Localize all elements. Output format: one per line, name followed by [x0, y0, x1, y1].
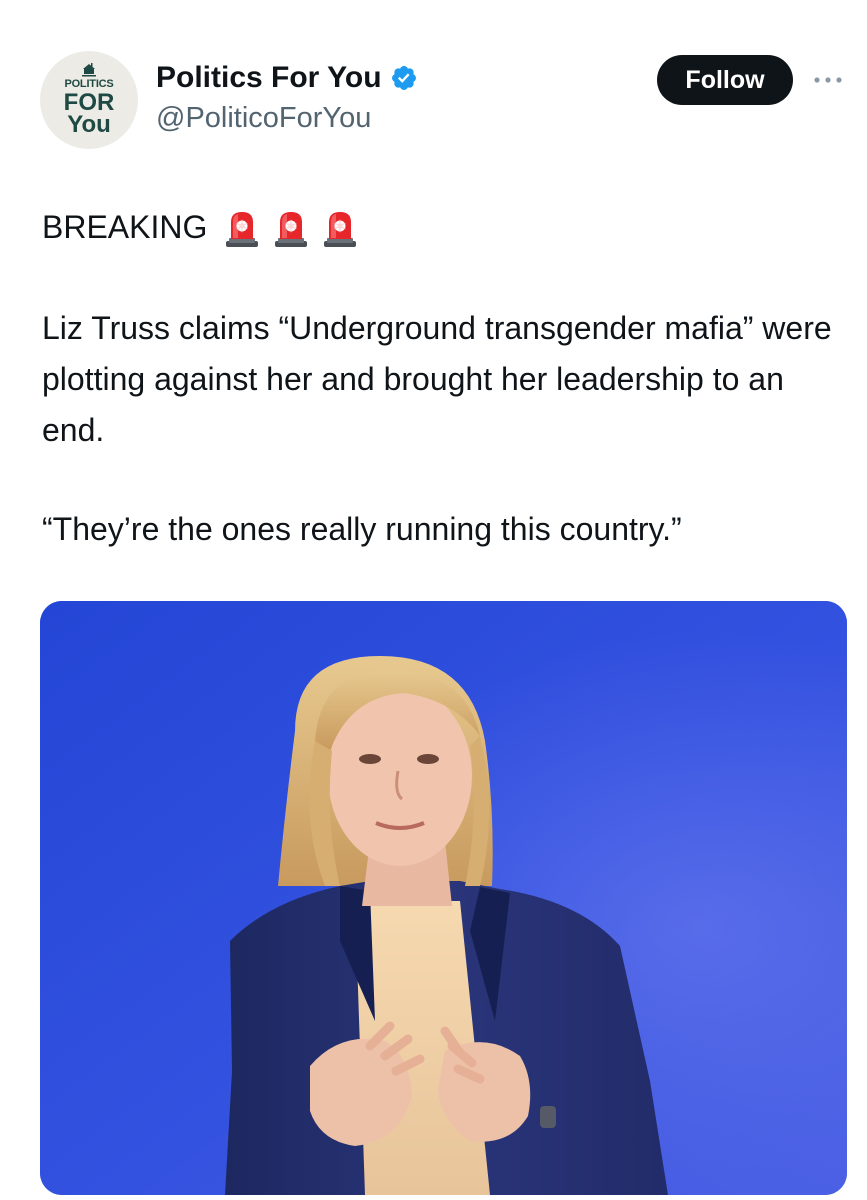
more-dots-icon [814, 77, 842, 83]
siren-icon [324, 211, 357, 247]
breaking-line: BREAKING [42, 202, 852, 253]
post-photo[interactable] [40, 601, 847, 1195]
verified-badge-icon [391, 66, 416, 90]
handle[interactable]: @PoliticoForYou [156, 102, 418, 135]
author-info: Politics For You @PoliticoForYou [156, 58, 418, 135]
display-name[interactable]: Politics For You [156, 61, 382, 95]
avatar-text-you: You [67, 111, 111, 138]
post-paragraph-2: “They’re the ones really running this co… [42, 511, 682, 547]
breaking-heading: BREAKING [42, 209, 208, 245]
building-logo-icon [82, 63, 96, 77]
post-paragraph-1: Liz Truss claims “Underground transgende… [42, 310, 832, 448]
siren-icon [226, 211, 259, 247]
photo-illustration [40, 601, 847, 1195]
name-row: Politics For You [156, 58, 418, 98]
siren-icon [275, 211, 308, 247]
tweet: POLITICS FOR You Politics For You @Polit… [0, 0, 867, 1200]
avatar[interactable]: POLITICS FOR You [40, 51, 138, 149]
more-button[interactable] [808, 62, 848, 98]
follow-button[interactable]: Follow [657, 55, 793, 105]
